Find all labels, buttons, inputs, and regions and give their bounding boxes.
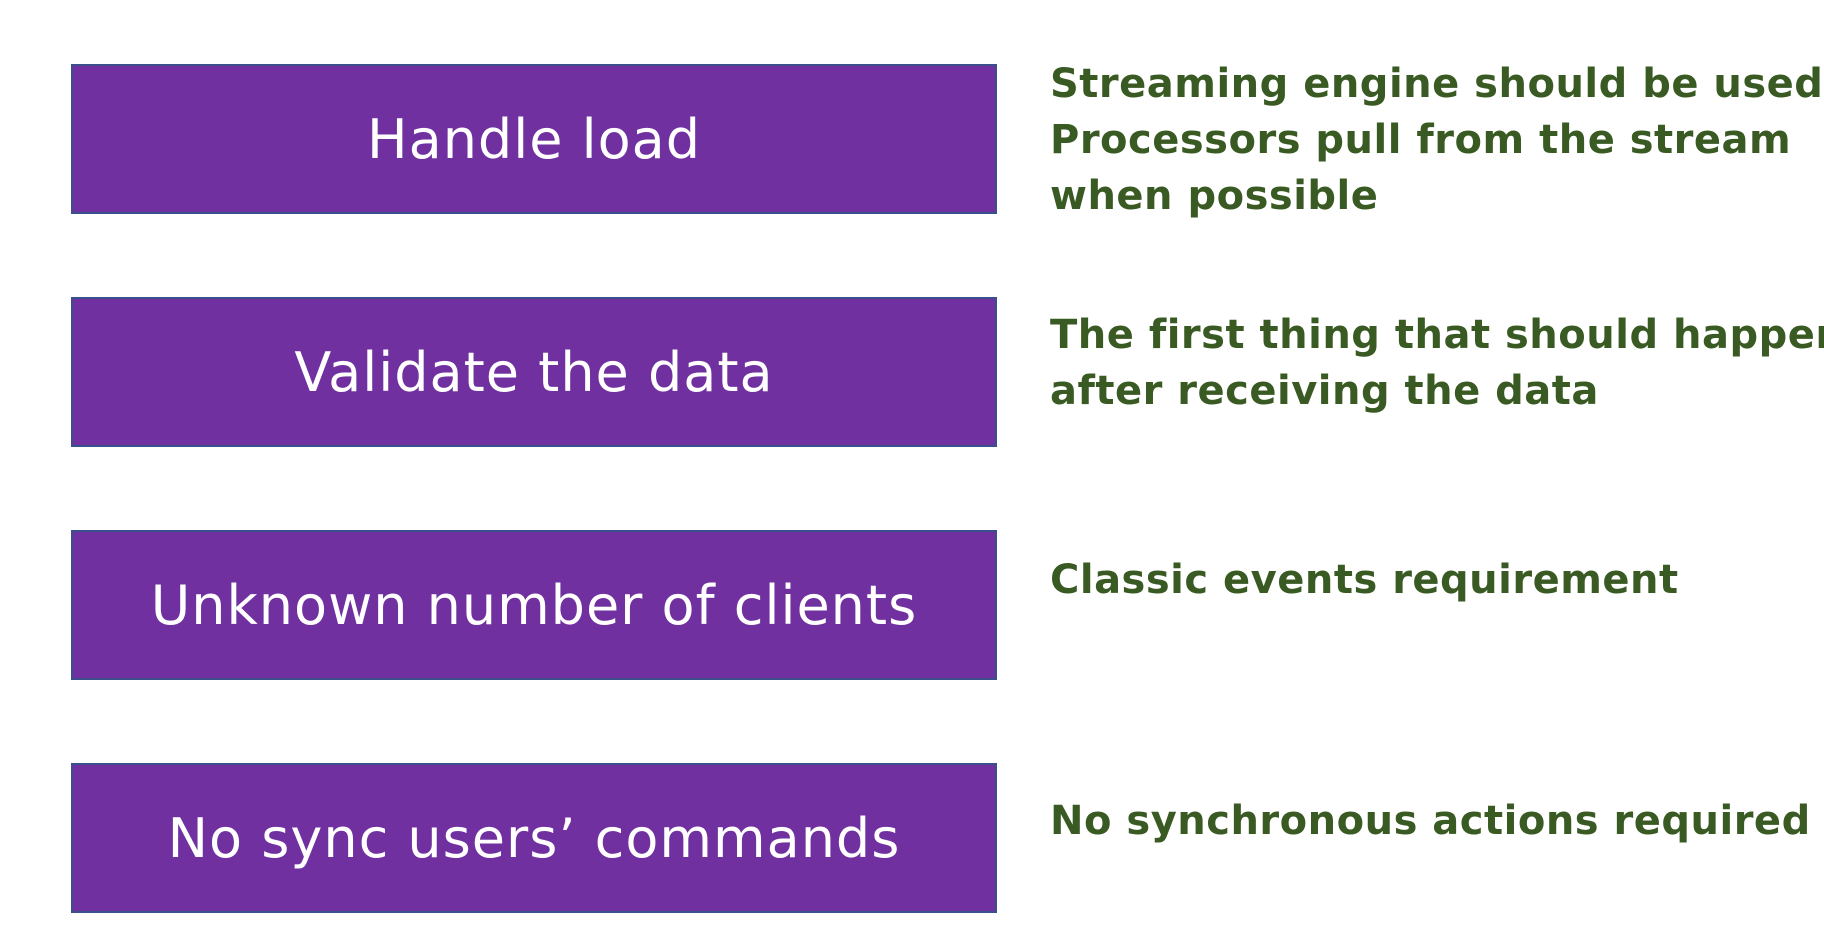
row-no-sync-commands: No sync users’ commands No synchronous a… [0, 763, 1824, 923]
requirement-box: Validate the data [71, 297, 997, 447]
requirement-note: No synchronous actions required [1050, 793, 1810, 849]
requirement-note: Streaming engine should be used. Process… [1050, 56, 1824, 224]
row-unknown-clients: Unknown number of clients Classic events… [0, 530, 1824, 690]
requirement-note: The first thing that should happen after… [1050, 307, 1824, 419]
requirement-label: Unknown number of clients [150, 573, 918, 637]
requirement-box: No sync users’ commands [71, 763, 997, 913]
row-handle-load: Handle load Streaming engine should be u… [0, 61, 1824, 224]
note-line: when possible [1050, 173, 1379, 219]
requirement-note: Classic events requirement [1050, 552, 1810, 608]
note-line: Streaming engine should be used. [1050, 61, 1824, 107]
note-line: after receiving the data [1050, 368, 1599, 414]
requirement-label: Validate the data [294, 340, 774, 404]
note-line: No synchronous actions required [1050, 798, 1811, 844]
note-line: Processors pull from the stream [1050, 117, 1792, 163]
note-line: Classic events requirement [1050, 557, 1679, 603]
requirement-box: Handle load [71, 64, 997, 214]
requirement-box: Unknown number of clients [71, 530, 997, 680]
requirement-label: Handle load [367, 107, 701, 171]
requirement-label: No sync users’ commands [167, 806, 901, 870]
row-validate-data: Validate the data The first thing that s… [0, 297, 1824, 457]
note-line: The first thing that should happen [1050, 312, 1824, 358]
